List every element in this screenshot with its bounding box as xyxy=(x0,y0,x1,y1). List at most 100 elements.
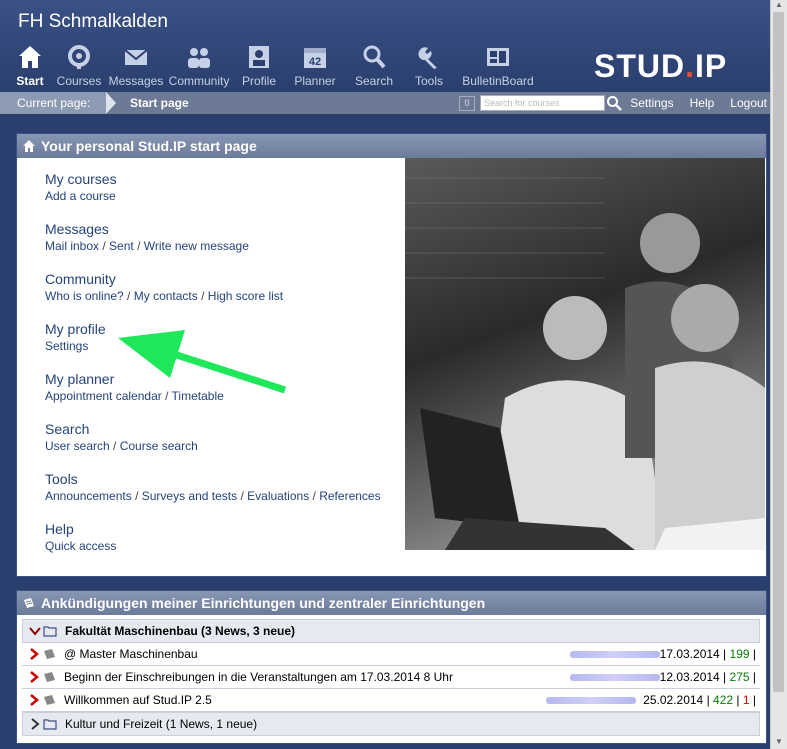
references-link[interactable]: References xyxy=(319,489,380,503)
surveys-link[interactable]: Surveys and tests xyxy=(142,489,237,503)
chevron-right-icon xyxy=(31,718,40,730)
chevron-right-icon xyxy=(30,671,39,683)
announcement-icon xyxy=(24,598,34,608)
students-illustration xyxy=(405,177,765,550)
news-item[interactable]: @ Master Maschinenbau 17.03.2014 | 199 | xyxy=(22,643,760,666)
chevron-down-icon xyxy=(29,627,41,636)
nav-messages[interactable]: Messages xyxy=(108,44,164,88)
chevron-right-icon xyxy=(30,694,39,706)
write-message-link[interactable]: Write new message xyxy=(144,239,249,253)
vertical-scrollbar[interactable]: ▲ ▼ xyxy=(770,0,787,749)
group-my-planner: My planner Appointment calendar / Timeta… xyxy=(45,370,381,404)
nav-courses[interactable]: Courses xyxy=(54,44,104,88)
wrench-icon xyxy=(418,47,437,69)
notification-counter[interactable]: 0 xyxy=(459,96,475,111)
breadcrumb-label: Current page: xyxy=(0,92,106,114)
news-list: Fakultät Maschinenbau (3 News, 3 neue) @… xyxy=(22,619,760,736)
nav-bulletin[interactable]: BulletinBoard xyxy=(456,44,540,88)
settings-link[interactable]: Settings xyxy=(630,96,673,110)
messages-link[interactable]: Messages xyxy=(45,220,381,238)
evaluations-link[interactable]: Evaluations xyxy=(247,489,309,503)
nav-tools-label: Tools xyxy=(414,74,443,88)
nav-community-label: Community xyxy=(168,74,230,88)
folder-icon xyxy=(43,719,57,730)
start-links: My courses Add a course Messages Mail in… xyxy=(45,170,381,570)
who-online-link[interactable]: Who is online? xyxy=(45,289,124,303)
breadcrumb: Current page: Start page 0 Search for co… xyxy=(0,92,771,114)
start-panel: Your personal Stud.IP start page My cour… xyxy=(16,133,767,577)
user-search-link[interactable]: User search xyxy=(45,439,110,453)
news-item[interactable]: Willkommen auf Stud.IP 2.5 25.02.2014 | … xyxy=(22,689,760,712)
announcements-link[interactable]: Announcements xyxy=(45,489,132,503)
add-course-link[interactable]: Add a course xyxy=(45,189,116,203)
students-photo xyxy=(405,158,765,550)
news-icon xyxy=(44,695,55,705)
my-planner-link[interactable]: My planner xyxy=(45,370,381,388)
calendar-badge: 42 xyxy=(309,56,321,68)
quick-search-area: 0 Search for courses Settings Help Logout xyxy=(456,92,771,114)
nav-courses-label: Courses xyxy=(56,74,102,88)
site-name: FH Schmalkalden xyxy=(18,11,168,32)
magnifier-icon xyxy=(363,45,386,69)
main-nav: Start Courses Messages Community Profile… xyxy=(10,44,544,88)
folder-title: Fakultät Maschinenbau (3 News, 3 neue) xyxy=(65,624,296,638)
community-link[interactable]: Community xyxy=(45,270,381,288)
group-tools: Tools Announcements / Surveys and tests … xyxy=(45,470,381,503)
news-folder-kultur[interactable]: Kultur und Freizeit (1 News, 1 neue) xyxy=(22,712,760,736)
chevron-right-icon xyxy=(30,648,39,660)
scroll-thumb[interactable] xyxy=(773,12,784,692)
nav-profile[interactable]: Profile xyxy=(234,44,284,88)
profile-settings-link[interactable]: Settings xyxy=(45,339,88,353)
nav-tools[interactable]: Tools xyxy=(406,44,452,88)
news-title: Willkommen auf Stud.IP 2.5 xyxy=(64,693,212,707)
nav-planner-label: Planner xyxy=(294,74,336,88)
sent-link[interactable]: Sent xyxy=(109,239,134,253)
scroll-down-arrow[interactable]: ▼ xyxy=(771,737,787,749)
start-panel-header: Your personal Stud.IP start page xyxy=(17,134,766,158)
appointment-calendar-link[interactable]: Appointment calendar xyxy=(45,389,162,403)
folder-title: Kultur und Freizeit (1 News, 1 neue) xyxy=(65,717,258,731)
folder-icon xyxy=(43,626,57,637)
nav-search-label: Search xyxy=(354,74,394,88)
nav-start[interactable]: Start xyxy=(10,44,50,88)
course-search-input[interactable]: Search for courses xyxy=(480,95,605,111)
author-redacted xyxy=(546,697,636,704)
news-folder-maschinenbau[interactable]: Fakultät Maschinenbau (3 News, 3 neue) xyxy=(22,619,760,643)
envelope-icon xyxy=(124,49,148,65)
nav-planner[interactable]: 42 Planner xyxy=(288,44,342,88)
my-contacts-link[interactable]: My contacts xyxy=(134,289,198,303)
nav-search[interactable]: Search xyxy=(346,44,402,88)
mail-inbox-link[interactable]: Mail inbox xyxy=(45,239,99,253)
profile-icon xyxy=(249,46,269,68)
nav-profile-label: Profile xyxy=(241,74,276,88)
course-search-link[interactable]: Course search xyxy=(120,439,198,453)
nav-bulletin-label: BulletinBoard xyxy=(462,74,534,88)
news-item[interactable]: Beginn der Einschreibungen in die Verans… xyxy=(22,666,760,689)
news-meta: 25.02.2014 | 422 | 1 | xyxy=(643,693,756,707)
group-my-courses: My courses Add a course xyxy=(45,170,381,204)
timetable-link[interactable]: Timetable xyxy=(172,389,224,403)
high-score-link[interactable]: High score list xyxy=(208,289,283,303)
search-link[interactable]: Search xyxy=(45,420,381,438)
studip-logo: Stud.IP xyxy=(594,48,728,84)
nav-community[interactable]: Community xyxy=(168,44,230,88)
news-meta: 17.03.2014 | 199 | xyxy=(659,647,756,661)
courses-icon xyxy=(68,45,90,69)
start-panel-title: Your personal Stud.IP start page xyxy=(41,138,257,154)
people-icon xyxy=(188,48,210,68)
help-link[interactable]: Help xyxy=(45,520,381,538)
quick-access-link[interactable]: Quick access xyxy=(45,539,116,553)
group-search: Search User search / Course search xyxy=(45,420,381,454)
calendar-icon: 42 xyxy=(304,48,326,68)
group-messages: Messages Mail inbox / Sent / Write new m… xyxy=(45,220,381,254)
news-panel: Ankündigungen meiner Einrichtungen und z… xyxy=(16,590,767,744)
help-link[interactable]: Help xyxy=(690,96,715,110)
author-redacted xyxy=(570,651,660,658)
scroll-up-arrow[interactable]: ▲ xyxy=(771,0,787,12)
tools-link[interactable]: Tools xyxy=(45,470,381,488)
my-profile-link[interactable]: My profile xyxy=(45,320,381,338)
home-icon xyxy=(19,46,41,68)
my-courses-link[interactable]: My courses xyxy=(45,170,381,188)
logout-link[interactable]: Logout xyxy=(730,96,767,110)
group-my-profile: My profile Settings xyxy=(45,320,381,354)
